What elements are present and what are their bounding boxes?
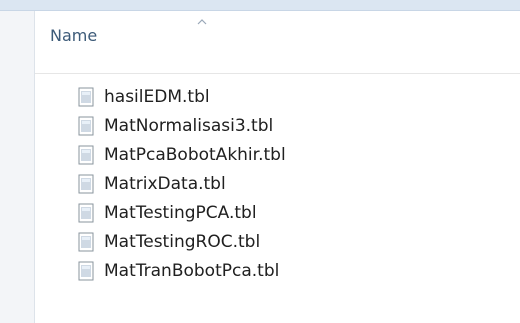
name-column-label: Name xyxy=(50,26,98,45)
sort-up-icon xyxy=(197,19,207,25)
file-name: MatrixData.tbl xyxy=(104,173,226,194)
document-icon xyxy=(78,232,94,251)
file-list-item[interactable]: MatrixData.tbl xyxy=(78,169,428,198)
document-icon xyxy=(78,87,94,106)
document-icon xyxy=(78,203,94,222)
file-list-item[interactable]: MatTestingPCA.tbl xyxy=(78,198,428,227)
file-name: hasilEDM.tbl xyxy=(104,86,210,107)
file-name: MatPcaBobotAkhir.tbl xyxy=(104,144,286,165)
file-name: MatNormalisasi3.tbl xyxy=(104,115,274,136)
file-name: MatTestingPCA.tbl xyxy=(104,202,257,223)
document-icon xyxy=(78,116,94,135)
file-list-item[interactable]: hasilEDM.tbl xyxy=(78,82,428,111)
file-name: MatTestingROC.tbl xyxy=(104,231,261,252)
window-top-border xyxy=(0,0,520,11)
document-icon xyxy=(78,174,94,193)
document-icon xyxy=(78,261,94,280)
file-list-item[interactable]: MatTranBobotPca.tbl xyxy=(78,256,428,285)
document-icon xyxy=(78,145,94,164)
file-list-item[interactable]: MatTestingROC.tbl xyxy=(78,227,428,256)
file-list-item[interactable]: MatNormalisasi3.tbl xyxy=(78,111,428,140)
navigation-pane[interactable] xyxy=(0,11,35,323)
file-list: hasilEDM.tbl MatNormalisasi3.tbl MatPcaB… xyxy=(78,82,428,285)
file-list-item[interactable]: MatPcaBobotAkhir.tbl xyxy=(78,140,428,169)
file-name: MatTranBobotPca.tbl xyxy=(104,260,280,281)
name-column-header[interactable]: Name xyxy=(50,16,210,50)
